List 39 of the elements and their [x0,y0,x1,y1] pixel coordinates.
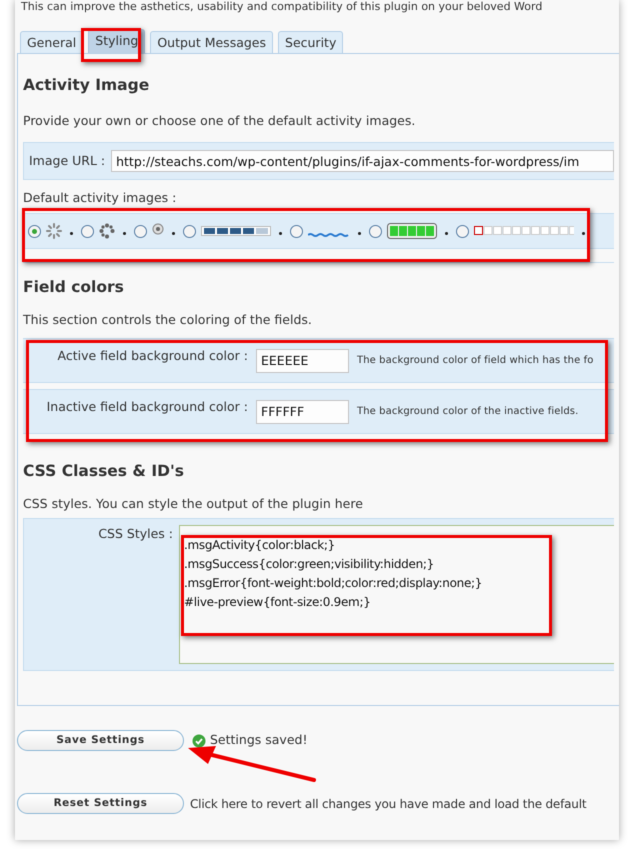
tab[interactable]: Output Messages [150,31,274,53]
field-label: Inactive field background color : [46,398,248,416]
section-description: This section controls the coloring of the fields. [23,312,313,328]
tab[interactable]: Security [278,31,344,53]
options-label: Default activity images : [23,190,178,206]
spinner-icon [46,223,62,239]
section-description: Provide your own or choose one of the default activity images. [23,113,416,129]
battery-icon [387,223,437,239]
block-bar-icon [201,223,271,239]
section-heading: Activity Image [23,75,150,95]
radio-button[interactable] [183,224,196,238]
section-heading: CSS Classes & ID's [23,461,185,481]
highlight-frame [81,28,141,62]
tab[interactable]: General [20,31,84,53]
css-styles-label: CSS Styles : [97,525,174,543]
reset-settings-button[interactable]: Reset Settings [17,793,184,814]
radio-button[interactable] [456,224,469,238]
color-field[interactable]: FFFFFF [256,400,349,424]
intro-text: This can improve the asthetics, usability and compatibility of this plugin on your beloved Word [21,0,544,14]
wave-line-icon [308,232,350,238]
section-description: CSS styles. You can style the output of the plugin here [23,496,364,512]
image-url-field[interactable]: http://steachs.com/wp-content/plugins/if-ajax-comments-for-wordpress/im [111,150,614,172]
color-field[interactable]: EEEEEE [256,348,349,372]
field-hint: The background color of field which has the fo [357,354,594,368]
dots-ring-icon [99,223,115,239]
section-heading: Field colors [23,277,125,297]
radio-button[interactable] [134,224,147,238]
radio-button[interactable] [81,224,94,238]
success-message: Settings saved! [210,731,308,750]
css-styles-field[interactable]: .msgActivity{color:black;} .msgSuccess{color:green;visibility:hidden;} .msgError{font-weight:bold;color:red;display:none;} #live-preview{font-size:0.9em;} [179,525,614,664]
radio-button[interactable] [290,224,303,238]
radio-button[interactable] [369,224,382,238]
radio-button[interactable] [28,224,41,238]
reset-description: Click here to revert all changes you have made and load the default [190,796,586,812]
field-hint: The background color of the inactive fields. [357,405,578,419]
field-label: Active field background color : [56,347,248,366]
success-check-icon [192,734,206,748]
save-settings-button[interactable]: Save Settings [17,730,184,751]
image-url-label: Image URL : [29,152,106,170]
